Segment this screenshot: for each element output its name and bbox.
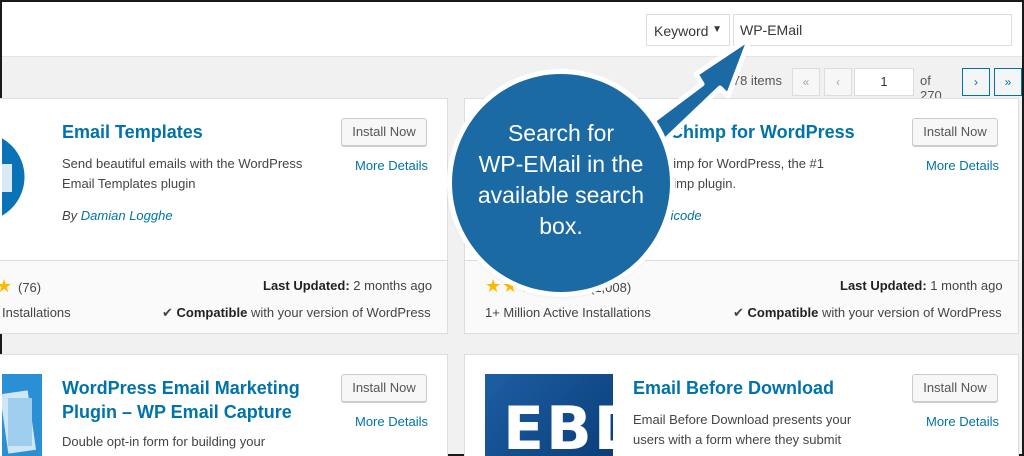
compat-label: Compatible [747, 305, 819, 320]
title-line: WordPress Email Marketing [62, 378, 300, 398]
more-details-link[interactable]: More Details [926, 414, 999, 429]
compat-text: with your version of WordPress [250, 305, 431, 320]
plugin-title[interactable]: WordPress Email Marketing Plugin – WP Em… [62, 376, 300, 424]
callout-line: available search [477, 182, 645, 208]
checkmark-icon: ✔ [733, 305, 744, 320]
install-now-button[interactable]: Install Now [341, 374, 427, 402]
description-line: users with a form where they submit [633, 432, 842, 447]
plugin-icon [2, 374, 42, 456]
more-details-link[interactable]: More Details [355, 414, 428, 429]
callout-line: box. [539, 213, 583, 239]
callout-line: Search for [507, 120, 615, 146]
compat-label: Compatible [176, 305, 248, 320]
install-now-button[interactable]: Install Now [912, 374, 998, 402]
compatibility: ✔ Compatible with your version of WordPr… [733, 305, 1002, 321]
description-line: Email Before Download presents your [633, 412, 852, 427]
plugin-description: Double opt-in form for building your [62, 434, 266, 449]
plugin-title[interactable]: Email Before Download [633, 376, 834, 400]
title-line: Plugin – WP Email Capture [62, 402, 292, 422]
compat-text: with your version of WordPress [821, 305, 1002, 320]
callout-bubble: Search for WP-EMail in the available sea… [452, 74, 670, 292]
checkmark-icon: ✔ [162, 305, 173, 320]
ebd-logo-icon: EBD [485, 374, 644, 456]
plugin-description: Email Before Download presents your user… [633, 410, 851, 450]
active-installs: Installations [2, 305, 71, 320]
callout-line: WP-EMail in the [478, 151, 644, 177]
active-installs: 1+ Million Active Installations [485, 305, 651, 320]
compatibility: ✔ Compatible with your version of WordPr… [162, 305, 431, 321]
